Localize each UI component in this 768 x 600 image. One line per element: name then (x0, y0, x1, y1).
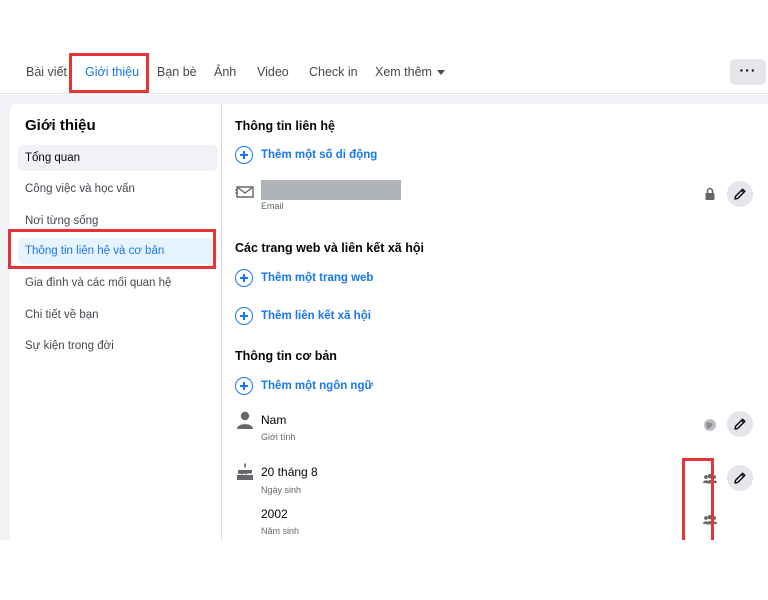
birthyear-value: 2002 (261, 507, 288, 521)
contact-info-title: Thông tin liên hệ (235, 119, 335, 133)
person-icon (237, 411, 253, 429)
bottom-blank-area (0, 540, 768, 600)
friends-icon[interactable] (702, 471, 718, 487)
plus-circle-icon (235, 307, 253, 325)
add-website-link[interactable]: Thêm một trang web (235, 268, 373, 288)
websites-title: Các trang web và liên kết xã hội (235, 241, 424, 255)
friends-icon[interactable] (702, 512, 718, 528)
sidebar-item-overview[interactable]: Tổng quan (18, 145, 218, 171)
add-website-label: Thêm một trang web (261, 272, 374, 284)
caret-down-icon (436, 70, 445, 76)
tab-photos[interactable]: Ảnh (214, 50, 236, 94)
add-social-label: Thêm liên kết xã hội (261, 310, 371, 322)
gender-value: Nam (261, 413, 287, 427)
tab-checkins[interactable]: Check in (309, 50, 358, 94)
tab-posts[interactable]: Bài viết (26, 50, 67, 94)
birthyear-sub-label: Năm sinh (261, 526, 300, 536)
edit-email-button[interactable] (727, 181, 753, 207)
add-phone-link[interactable]: Thêm một số di động (235, 145, 377, 165)
sidebar-item-places-lived[interactable]: Nơi từng sống (18, 208, 218, 234)
add-social-link[interactable]: Thêm liên kết xã hội (235, 306, 371, 326)
sidebar-item-work-education[interactable]: Công việc và học vấn (18, 176, 218, 202)
sidebar-item-life-events[interactable]: Sự kiện trong đời (18, 333, 218, 359)
pencil-icon (734, 188, 746, 200)
profile-tab-bar: Bài viết Giới thiệu Bạn bè Ảnh Video Che… (0, 50, 768, 94)
birthday-value: 20 tháng 8 (261, 465, 318, 479)
more-options-button[interactable]: ··· (730, 59, 766, 85)
sidebar-item-family-relationships[interactable]: Gia đình và các mối quan hệ (18, 270, 218, 296)
edit-gender-button[interactable] (727, 411, 753, 437)
gender-sub-label: Giới tính (261, 432, 296, 442)
edit-birthday-button[interactable] (727, 465, 753, 491)
tab-friends[interactable]: Bạn bè (157, 50, 197, 94)
add-language-label: Thêm một ngôn ngữ (261, 380, 373, 392)
sidebar-item-details-about-you[interactable]: Chi tiết về bạn (18, 302, 218, 328)
cake-icon (237, 463, 253, 480)
about-card: Giới thiệu Tổng quan Công việc và học vấ… (10, 104, 768, 540)
plus-circle-icon (235, 146, 253, 164)
sidebar-item-contact-basic-info[interactable]: Thông tin liên hệ và cơ bản (18, 238, 218, 264)
tab-videos[interactable]: Video (257, 50, 289, 94)
email-redacted-value (261, 180, 401, 200)
globe-icon[interactable] (702, 417, 718, 433)
lock-icon[interactable] (702, 186, 718, 202)
pencil-icon (734, 418, 746, 430)
tab-about[interactable]: Giới thiệu (85, 50, 139, 94)
plus-circle-icon (235, 269, 253, 287)
envelope-icon (235, 186, 254, 198)
about-sidebar: Giới thiệu Tổng quan Công việc và học vấ… (10, 104, 222, 540)
email-sub-label: Email (261, 201, 284, 211)
tab-more[interactable]: Xem thêm (375, 50, 445, 94)
add-language-link[interactable]: Thêm một ngôn ngữ (235, 376, 373, 396)
pencil-icon (734, 472, 746, 484)
tab-more-label: Xem thêm (375, 65, 432, 79)
basic-info-title: Thông tin cơ bản (235, 349, 337, 363)
birthday-sub-label: Ngày sinh (261, 485, 302, 495)
plus-circle-icon (235, 377, 253, 395)
about-content: Thông tin liên hệ Thêm một số di động Em… (235, 104, 768, 540)
add-phone-label: Thêm một số di động (261, 149, 378, 161)
sidebar-title: Giới thiệu (25, 117, 96, 134)
